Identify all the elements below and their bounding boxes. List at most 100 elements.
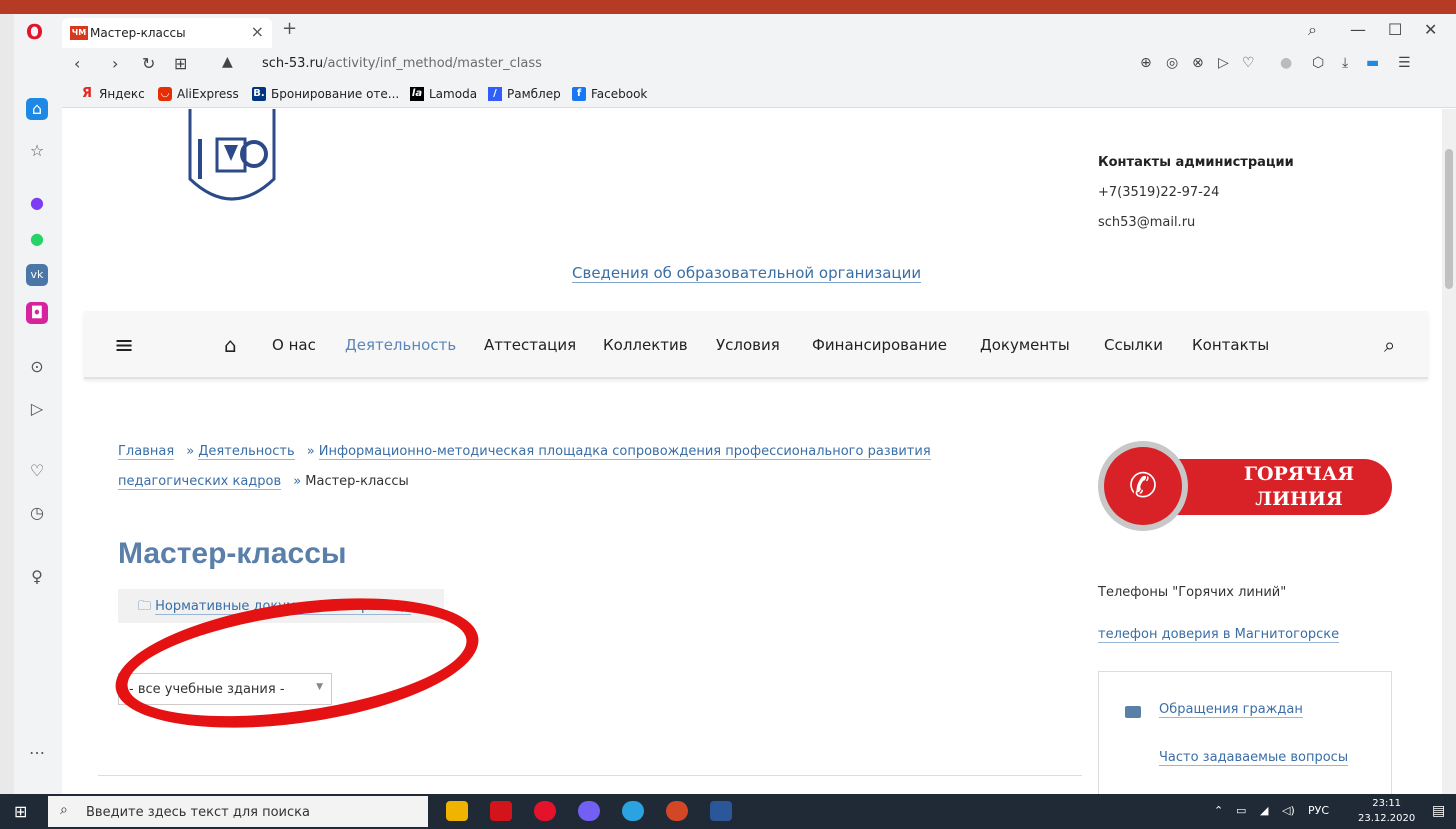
menu-item-conditions[interactable]: Условия: [716, 336, 780, 354]
building-select-value: - все учебные здания -: [129, 682, 285, 697]
tab-master-classes[interactable]: ЧМ Мастер-классы ×: [62, 18, 272, 48]
close-icon[interactable]: ×: [251, 22, 264, 41]
hamburger-icon[interactable]: ≡: [114, 331, 134, 359]
box-icon[interactable]: ⬡: [1312, 55, 1324, 71]
normative-docs-button[interactable]: 🗀 Нормативные документы к странице: [118, 589, 444, 623]
search-tabs-icon[interactable]: ⌕: [1308, 20, 1317, 40]
bookmark-yandex[interactable]: Я Яндекс: [80, 87, 145, 102]
slide-top-border: [0, 0, 1456, 14]
bookmark-aliexpress[interactable]: ◡ AliExpress: [158, 87, 239, 101]
tray-chevron-icon[interactable]: ⌃: [1214, 804, 1223, 817]
page-title: Мастер-классы: [118, 537, 347, 570]
url-path: /activity/inf_method/master_class: [323, 56, 542, 71]
clock[interactable]: 23:11 23.12.2020: [1358, 796, 1415, 826]
menu-item-documents[interactable]: Документы: [980, 336, 1070, 354]
taskbar-search[interactable]: ⌕ Введите здесь текст для поиска: [48, 796, 428, 827]
scrollbar[interactable]: [1442, 109, 1456, 794]
menu-item-attestation[interactable]: Аттестация: [484, 336, 576, 354]
breadcrumb-current: Мастер-классы: [305, 474, 409, 489]
url-host: sch-53.ru: [262, 56, 324, 71]
security-warning-icon[interactable]: ▲: [222, 54, 233, 70]
network-icon[interactable]: ◢: [1260, 804, 1268, 817]
hotline-banner[interactable]: ГОРЯЧАЯ ЛИНИЯ ✆: [1098, 441, 1394, 531]
easy-setup-icon[interactable]: ☰: [1398, 55, 1411, 71]
org-info-link[interactable]: Сведения об образовательной организации: [572, 264, 922, 283]
trust-phone-link[interactable]: телефон доверия в Магнитогорске: [1098, 627, 1340, 643]
vpn-icon[interactable]: ●: [1280, 55, 1292, 71]
lamoda-icon: la: [410, 87, 424, 101]
bookmark-booking[interactable]: B. Бронирование оте...: [252, 87, 399, 101]
zoom-icon[interactable]: ⊕: [1140, 55, 1152, 71]
search-icon[interactable]: ⌕: [1384, 333, 1395, 357]
bookmark-rambler[interactable]: / Рамблер: [488, 87, 561, 101]
battery-tray-icon[interactable]: ▭: [1236, 804, 1246, 817]
menu-item-staff[interactable]: Коллектив: [603, 336, 688, 354]
minimize-icon[interactable]: —: [1350, 20, 1366, 39]
bookmark-label: Facebook: [591, 87, 648, 101]
breadcrumb-home[interactable]: Главная: [118, 444, 175, 460]
send-icon[interactable]: ▷: [26, 398, 48, 420]
speed-dial-icon[interactable]: ⊞: [174, 54, 187, 73]
menu-item-contacts[interactable]: Контакты: [1192, 336, 1269, 354]
instagram-icon[interactable]: ◘: [26, 302, 48, 324]
reload-icon[interactable]: ↻: [142, 54, 155, 73]
menu-item-about[interactable]: О нас: [272, 336, 316, 354]
word-icon[interactable]: [710, 801, 732, 821]
powerpoint-icon[interactable]: [666, 801, 688, 821]
bookmark-facebook[interactable]: f Facebook: [572, 87, 647, 101]
download-icon[interactable]: ⤓: [1342, 55, 1348, 71]
opera-icon[interactable]: [534, 801, 556, 821]
window-close-icon[interactable]: ✕: [1424, 20, 1437, 39]
tab-title: Мастер-классы: [90, 26, 186, 40]
language-indicator[interactable]: РУС: [1308, 804, 1329, 817]
bulb-icon[interactable]: ♀: [26, 566, 48, 588]
new-tab-icon[interactable]: +: [282, 18, 297, 39]
appeals-link[interactable]: Обращения граждан: [1159, 702, 1303, 718]
slide-left-border: [0, 14, 14, 794]
home-icon[interactable]: ⌂: [26, 98, 48, 120]
menu-item-activity[interactable]: Деятельность: [345, 336, 456, 354]
history-icon[interactable]: ◷: [26, 502, 48, 524]
file-explorer-icon[interactable]: [446, 801, 468, 821]
volume-icon[interactable]: ◁): [1282, 804, 1295, 817]
heart-icon[interactable]: ♡: [26, 460, 48, 482]
admin-email[interactable]: sch53@mail.ru: [1098, 215, 1195, 230]
windows-start-icon[interactable]: ⊞: [14, 802, 27, 821]
vk-icon[interactable]: vk: [26, 264, 48, 286]
aliexpress-icon: ◡: [158, 87, 172, 101]
player-icon[interactable]: ⊙: [26, 356, 48, 378]
notifications-icon[interactable]: ▤: [1432, 803, 1445, 819]
forward-icon[interactable]: ›: [112, 54, 118, 73]
acrobat-icon[interactable]: [490, 801, 512, 821]
star-icon[interactable]: ☆: [26, 140, 48, 162]
viber-icon[interactable]: [578, 801, 600, 821]
battery-icon[interactable]: ▬: [1366, 55, 1379, 71]
more-icon[interactable]: …: [26, 738, 48, 760]
faq-link[interactable]: Часто задаваемые вопросы: [1159, 750, 1349, 766]
maximize-icon[interactable]: ☐: [1388, 20, 1402, 39]
bookmark-lamoda[interactable]: la Lamoda: [410, 87, 477, 101]
heart-icon[interactable]: ♡: [1242, 55, 1255, 71]
rambler-icon: /: [488, 87, 502, 101]
tab-bar: O ЧМ Мастер-классы × + ⌕ — ☐ ✕: [14, 14, 1456, 48]
messenger-icon[interactable]: ●: [26, 192, 48, 214]
scroll-thumb[interactable]: [1445, 149, 1453, 289]
camera-icon[interactable]: ◎: [1166, 55, 1178, 71]
block-icon[interactable]: ⊗: [1192, 55, 1204, 71]
menu-item-links[interactable]: Ссылки: [1104, 336, 1163, 354]
home-icon[interactable]: ⌂: [224, 333, 237, 357]
opera-sidebar: ⌂ ☆ ● ● vk ◘ ⊙ ▷ ♡ ◷ ♀ …: [14, 48, 62, 794]
back-icon[interactable]: ‹: [74, 54, 80, 73]
normative-docs-label: Нормативные документы к странице: [155, 599, 411, 615]
opera-logo-icon[interactable]: O: [26, 20, 43, 44]
send-icon[interactable]: ▷: [1218, 55, 1229, 71]
admin-phone[interactable]: +7(3519)22-97-24: [1098, 185, 1219, 200]
facebook-icon: f: [572, 87, 586, 101]
breadcrumb-activity[interactable]: Деятельность: [198, 444, 295, 460]
building-select[interactable]: - все учебные здания - ▼: [118, 673, 332, 705]
whatsapp-icon[interactable]: ●: [26, 228, 48, 250]
edge-icon[interactable]: [622, 801, 644, 821]
url-field[interactable]: sch-53.ru/activity/inf_method/master_cla…: [262, 56, 542, 71]
menu-item-finance[interactable]: Финансирование: [812, 336, 947, 354]
hotline-phones-label: Телефоны "Горячих линий": [1098, 585, 1287, 600]
